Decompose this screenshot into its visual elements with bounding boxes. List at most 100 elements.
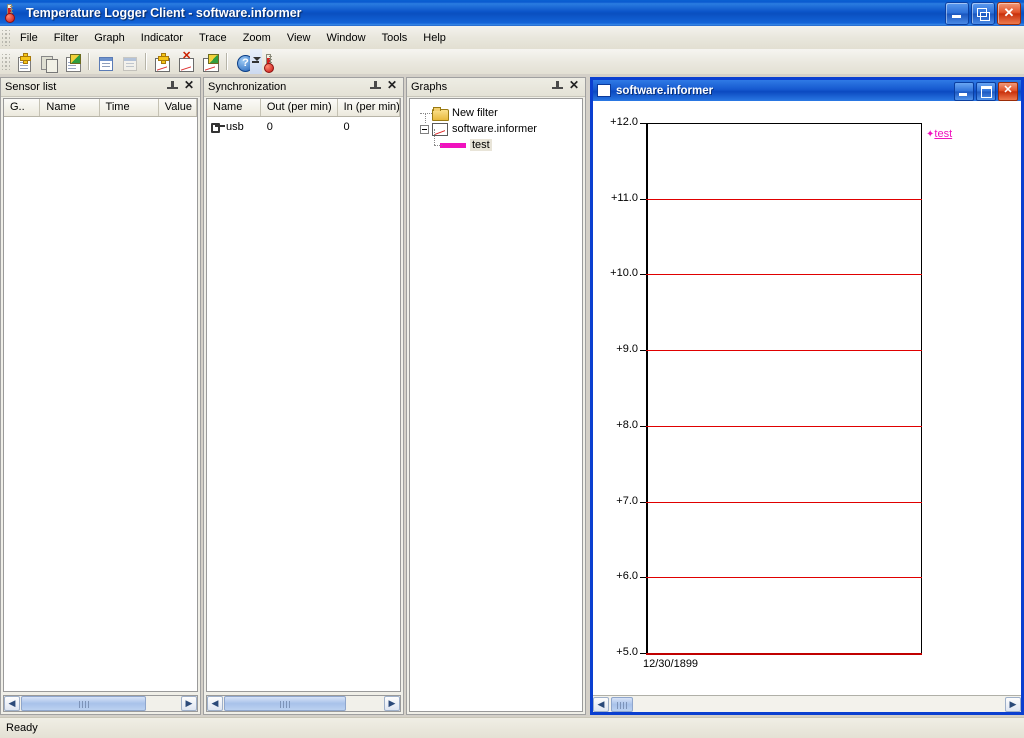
menu-item-view[interactable]: View bbox=[279, 29, 319, 47]
menu-grip-handle[interactable] bbox=[2, 29, 10, 46]
menu-item-tools[interactable]: Tools bbox=[374, 29, 416, 47]
mdi-maximize-button[interactable] bbox=[976, 82, 996, 101]
sync-row-out: 0 bbox=[266, 120, 273, 133]
scroll-left-icon[interactable]: ◀ bbox=[4, 696, 20, 711]
scroll-left-icon[interactable]: ◀ bbox=[593, 696, 609, 712]
thermometer-icon bbox=[4, 4, 22, 23]
mdi-child-window: software.informer ✕ +12.0 +11.0 +10.0 +9.0 +… bbox=[590, 77, 1024, 715]
tree-item-software-informer[interactable]: software.informer bbox=[418, 113, 582, 137]
mdi-client-area: +12.0 +11.0 +10.0 +9.0 +8.0 +7.0 +6.0 +5.0 12/3… bbox=[593, 101, 1021, 712]
column-header-in-per-min[interactable]: In (per min) bbox=[338, 99, 400, 116]
line-color-swatch bbox=[440, 142, 466, 148]
scroll-right-icon[interactable]: ▶ bbox=[384, 696, 400, 711]
scroll-thumb[interactable] bbox=[21, 696, 146, 711]
graphs-title: Graphs bbox=[411, 81, 448, 93]
menu-item-help[interactable]: Help bbox=[415, 29, 454, 47]
column-header-name[interactable]: Name bbox=[40, 99, 100, 116]
close-icon[interactable]: ✕ bbox=[183, 79, 195, 92]
close-icon[interactable]: ✕ bbox=[386, 79, 398, 92]
table-row[interactable]: usb 0 0 bbox=[207, 117, 400, 136]
toolbar-grip-handle[interactable] bbox=[2, 53, 10, 70]
scroll-thumb[interactable] bbox=[611, 696, 633, 712]
toolbar: ✕ ? bbox=[0, 49, 1024, 74]
menu-item-zoom[interactable]: Zoom bbox=[235, 29, 279, 47]
toolbar-separator bbox=[226, 53, 227, 70]
copy-filter-icon[interactable] bbox=[37, 51, 59, 73]
menu-item-filter[interactable]: Filter bbox=[46, 29, 86, 47]
close-button[interactable]: ✕ bbox=[997, 2, 1021, 25]
y-axis-tick bbox=[640, 426, 646, 427]
x-axis-label: 12/30/1899 bbox=[643, 658, 699, 670]
properties-icon[interactable] bbox=[94, 51, 116, 72]
scroll-right-icon[interactable]: ▶ bbox=[181, 696, 197, 711]
window-title: Temperature Logger Client - software.inf… bbox=[26, 6, 302, 20]
y-axis-tick-label: +10.0 bbox=[610, 267, 638, 279]
status-text: Ready bbox=[6, 722, 38, 734]
pin-icon[interactable] bbox=[167, 81, 178, 93]
column-header-value[interactable]: Value bbox=[159, 99, 197, 116]
scroll-right-icon[interactable]: ▶ bbox=[1005, 696, 1021, 712]
column-header-name[interactable]: Name bbox=[207, 99, 261, 116]
tree-item-test[interactable]: test bbox=[418, 129, 582, 153]
application-window: Temperature Logger Client - software.inf… bbox=[0, 0, 1024, 738]
mdi-minimize-button[interactable] bbox=[954, 82, 974, 101]
tree-item-label: software.informer bbox=[452, 123, 537, 135]
toolbar-overflow-button[interactable] bbox=[250, 49, 262, 74]
gridline bbox=[646, 350, 922, 351]
synchronization-header: Synchronization ✕ bbox=[204, 78, 403, 97]
toolbar-separator bbox=[145, 53, 146, 70]
new-graph-icon[interactable] bbox=[151, 51, 173, 72]
delete-graph-icon[interactable]: ✕ bbox=[175, 51, 197, 72]
chart-legend[interactable]: ✦test bbox=[926, 128, 952, 140]
gridline bbox=[646, 577, 922, 578]
sync-column-headers: Name Out (per min) In (per min) bbox=[207, 99, 400, 117]
chart-canvas[interactable]: +12.0 +11.0 +10.0 +9.0 +8.0 +7.0 +6.0 +5.0 12/3… bbox=[593, 101, 1021, 693]
minimize-button[interactable] bbox=[945, 2, 969, 25]
title-bar: Temperature Logger Client - software.inf… bbox=[0, 0, 1024, 26]
pin-icon[interactable] bbox=[370, 81, 381, 93]
sensor-list-header: Sensor list ✕ bbox=[1, 78, 200, 97]
restore-button[interactable] bbox=[971, 2, 995, 25]
sensor-list-hscrollbar[interactable]: ◀ ▶ bbox=[3, 695, 198, 712]
usb-icon bbox=[211, 120, 226, 133]
close-icon[interactable]: ✕ bbox=[568, 79, 580, 92]
window-controls: ✕ bbox=[945, 2, 1021, 25]
y-axis-tick-label: +9.0 bbox=[616, 343, 638, 355]
open-filter-icon[interactable] bbox=[61, 51, 83, 72]
menu-item-graph[interactable]: Graph bbox=[86, 29, 133, 47]
graphs-body: New filter software.informer test bbox=[409, 98, 583, 712]
y-axis-tick bbox=[640, 123, 646, 124]
graphs-panel: Graphs ✕ New filter software.informer te… bbox=[406, 77, 586, 715]
scroll-thumb[interactable] bbox=[224, 696, 346, 711]
mdi-title-bar[interactable]: software.informer ✕ bbox=[593, 80, 1021, 101]
open-graph-icon[interactable] bbox=[199, 51, 221, 72]
pin-icon[interactable] bbox=[552, 81, 563, 93]
column-header-time[interactable]: Time bbox=[100, 99, 159, 116]
tree-item-label: New filter bbox=[452, 107, 498, 119]
column-header-g[interactable]: G.. bbox=[4, 99, 41, 116]
y-axis-tick bbox=[640, 502, 646, 503]
y-axis-tick-label: +6.0 bbox=[616, 570, 638, 582]
collapse-icon[interactable] bbox=[420, 124, 429, 134]
scroll-left-icon[interactable]: ◀ bbox=[207, 696, 223, 711]
chart-hscrollbar[interactable]: ◀ ▶ bbox=[593, 695, 1021, 712]
sync-row-in: 0 bbox=[343, 120, 350, 133]
gridline bbox=[646, 653, 922, 655]
y-axis-tick-label: +12.0 bbox=[610, 116, 638, 128]
synchronization-title: Synchronization bbox=[208, 81, 287, 93]
menu-bar: File Filter Graph Indicator Trace Zoom V… bbox=[0, 26, 1024, 49]
menu-item-file[interactable]: File bbox=[12, 29, 46, 47]
tree-item-new-filter[interactable]: New filter bbox=[418, 105, 582, 121]
sensor-list-title: Sensor list bbox=[5, 81, 57, 93]
sync-hscrollbar[interactable]: ◀ ▶ bbox=[206, 695, 401, 712]
y-axis-tick bbox=[640, 350, 646, 351]
y-axis-tick-label: +8.0 bbox=[616, 419, 638, 431]
column-header-out-per-min[interactable]: Out (per min) bbox=[261, 99, 338, 116]
menu-item-trace[interactable]: Trace bbox=[191, 29, 235, 47]
menu-item-indicator[interactable]: Indicator bbox=[133, 29, 191, 47]
mdi-window-title: software.informer bbox=[616, 84, 714, 97]
new-filter-icon[interactable] bbox=[13, 51, 35, 72]
mdi-close-button[interactable]: ✕ bbox=[998, 82, 1018, 101]
gridline bbox=[646, 199, 922, 200]
menu-item-window[interactable]: Window bbox=[318, 29, 373, 47]
